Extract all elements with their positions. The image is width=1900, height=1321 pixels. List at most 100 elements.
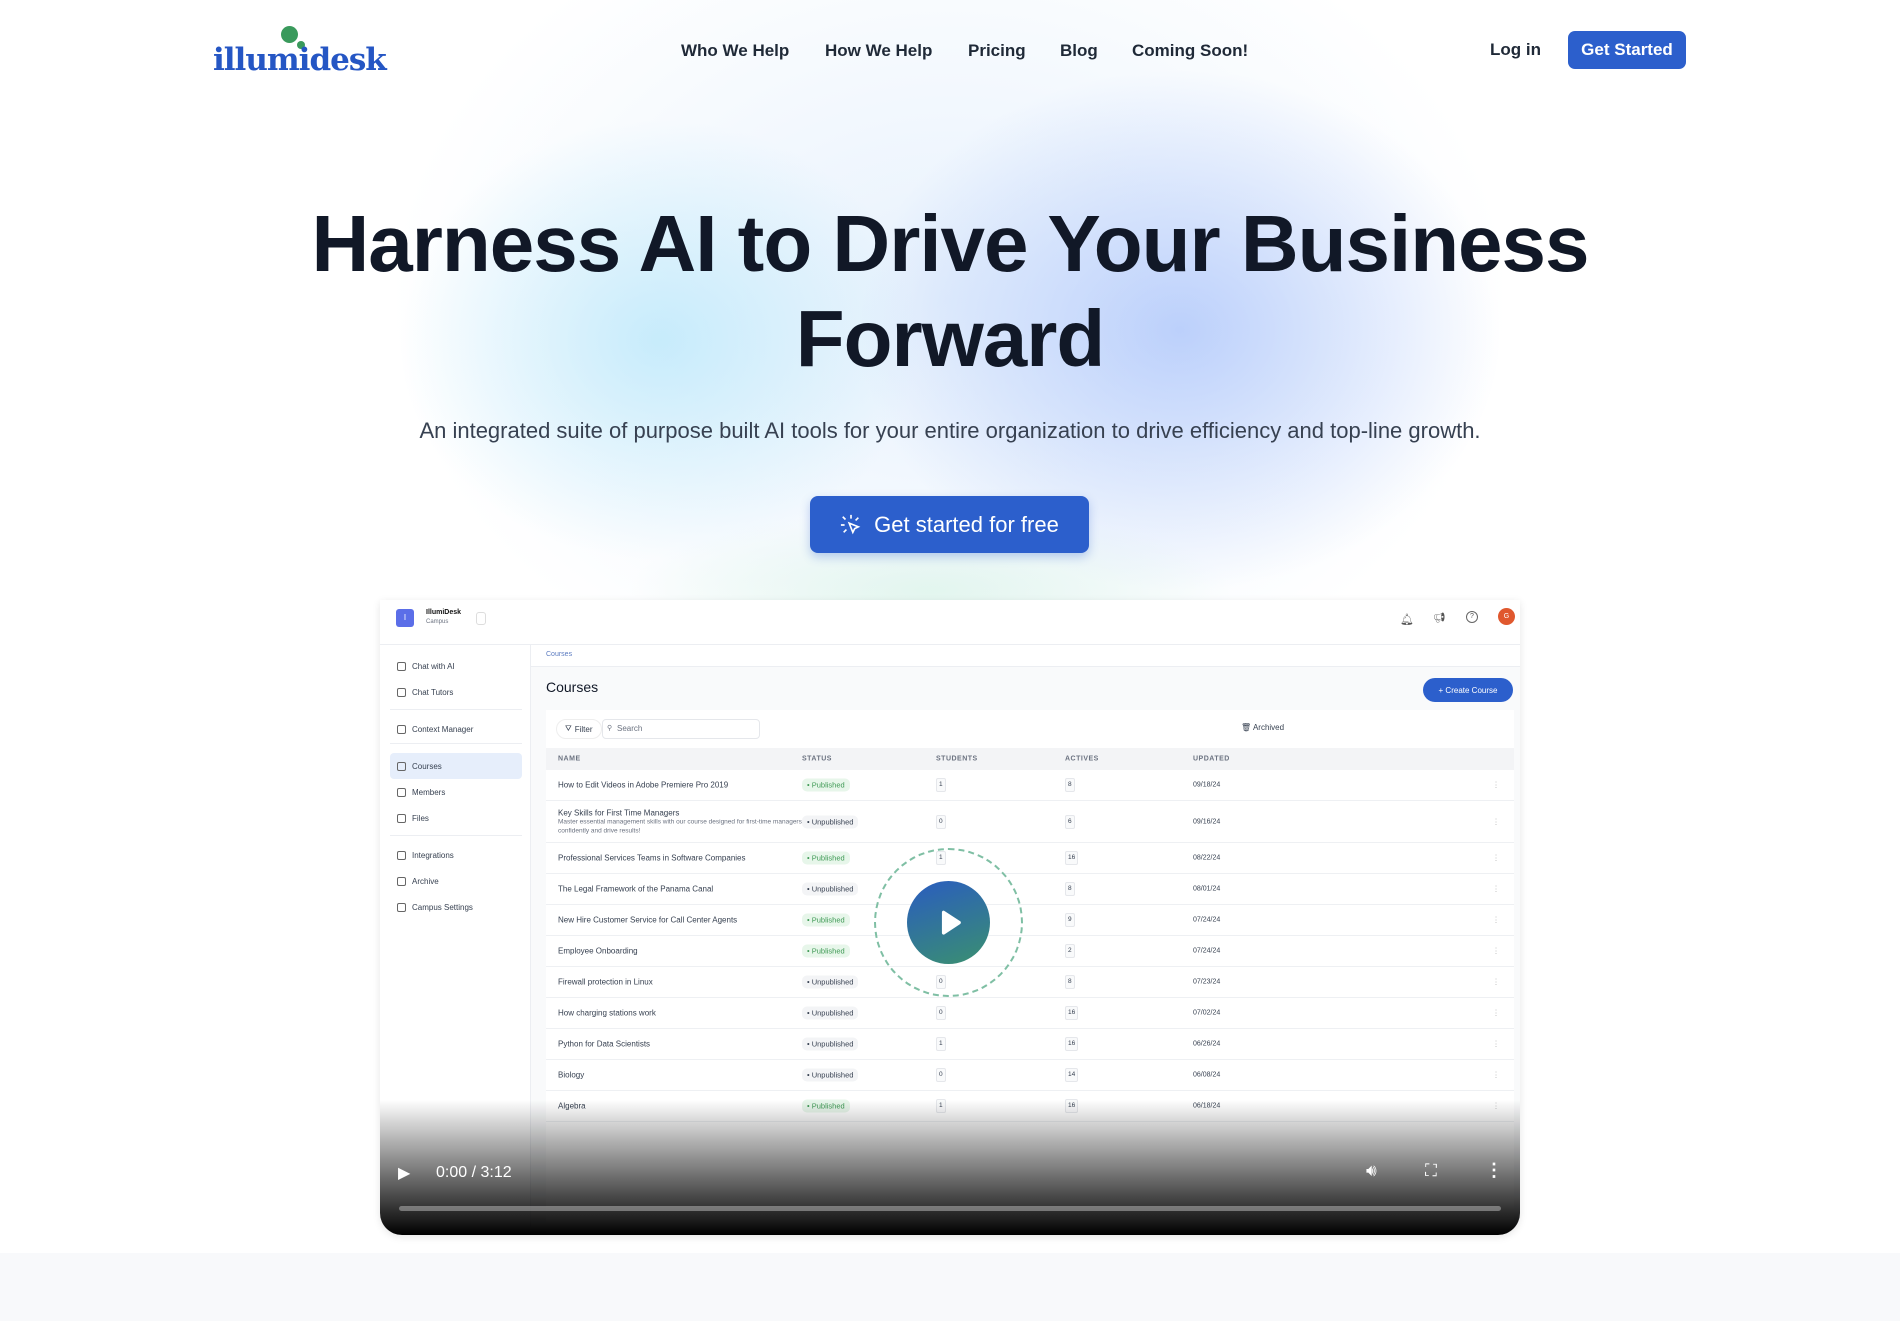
course-name-cell: The Legal Framework of the Panama Canal [558, 885, 713, 894]
sidebar-item-label: Archive [412, 876, 439, 886]
play-control-icon[interactable]: ▶ [398, 1163, 410, 1183]
status-badge: • Published [802, 851, 850, 865]
status-label: Published [811, 915, 845, 925]
puzzle-icon [397, 850, 406, 860]
page-title: Courses [546, 679, 599, 695]
sparkle-icon [397, 661, 406, 671]
video-time: 0:00 / 3:12 [436, 1164, 512, 1181]
course-name: How charging stations work [558, 1008, 656, 1018]
demo-video[interactable]: I IllumiDesk Campus 🔔︎ 📢︎ ? G Chat with … [380, 600, 1520, 1235]
sidebar-item-label: Chat Tutors [412, 687, 454, 697]
course-name: Key Skills for First Time Managers [558, 808, 680, 817]
table-row: How charging stations work • Unpublished… [546, 998, 1514, 1029]
course-name-cell: How to Edit Videos in Adobe Premiere Pro… [558, 781, 728, 790]
course-name-cell: Employee Onboarding [558, 947, 638, 956]
search-input: ⚲ Search [602, 719, 760, 739]
table-row: Python for Data Scientists • Unpublished… [546, 1029, 1514, 1060]
row-menu-icon: ⋮ [1492, 780, 1500, 790]
actives-count: 16 [1065, 1006, 1079, 1020]
sidebar-item: Chat Tutors [390, 679, 522, 705]
column-students: STUDENTS [936, 755, 978, 763]
members-icon [397, 787, 406, 797]
nav-who-we-help[interactable]: Who We Help [681, 41, 789, 61]
actives-count: 14 [1065, 1068, 1079, 1082]
course-name-cell: Python for Data Scientists [558, 1040, 650, 1049]
get-started-button[interactable]: Get Started [1568, 31, 1686, 69]
status-label: Published [811, 853, 845, 863]
login-link[interactable]: Log in [1490, 40, 1541, 60]
nav-how-we-help[interactable]: How We Help [825, 41, 932, 61]
updated-date: 08/01/24 [1193, 885, 1221, 893]
course-name: Biology [558, 1070, 585, 1080]
status-label: Unpublished [811, 1039, 854, 1049]
org-avatar: I [396, 609, 414, 627]
logo-dot [281, 26, 298, 43]
table-row: New Hire Customer Service for Call Cente… [546, 905, 1514, 936]
filter-button: ⛛ Filter [556, 719, 602, 739]
course-name-cell: Professional Services Teams in Software … [558, 854, 746, 863]
sidebar-item-label: Courses [412, 761, 442, 771]
actives-count: 8 [1065, 882, 1075, 896]
course-name: Firewall protection in Linux [558, 977, 653, 987]
course-name-cell: How charging stations work [558, 1009, 656, 1018]
status-badge: • Unpublished [802, 975, 859, 989]
table-header: NAME STATUS STUDENTS ACTIVES UPDATED [546, 748, 1514, 770]
get-started-free-button[interactable]: Get started for free [810, 496, 1089, 553]
more-options-icon[interactable]: ⋮ [1485, 1160, 1503, 1181]
fullscreen-icon[interactable]: ⛶ [1425, 1161, 1437, 1181]
sidebar-item: Campus Settings [390, 894, 522, 920]
column-name: NAME [558, 755, 581, 763]
filter-label: Filter [574, 724, 593, 734]
status-label: Unpublished [811, 977, 854, 987]
updated-date: 08/22/24 [1193, 854, 1221, 862]
archived-toggle: 🗑︎ Archived [1241, 723, 1284, 732]
table-row: The Legal Framework of the Panama Canal … [546, 874, 1514, 905]
actives-count: 8 [1065, 975, 1075, 989]
sidebar-item: Chat with AI [390, 653, 522, 679]
sidebar-item: Integrations [390, 842, 522, 868]
updated-date: 07/23/24 [1193, 978, 1221, 986]
org-sub: Campus [426, 619, 449, 625]
row-menu-icon: ⋮ [1492, 946, 1500, 956]
volume-icon[interactable]: 🔊︎ [1366, 1161, 1377, 1181]
logo[interactable]: illumidesk [213, 24, 393, 80]
sidebar-item: Members [390, 779, 522, 805]
students-count: 1 [936, 778, 946, 792]
video-progress-bar[interactable] [399, 1206, 1501, 1211]
bot-icon [397, 687, 406, 697]
sparkle-cursor-icon [841, 514, 861, 534]
updated-date: 07/24/24 [1193, 916, 1221, 924]
sidebar-item-label: Integrations [412, 850, 454, 860]
course-name-cell: Key Skills for First Time Managers Master… [558, 808, 828, 835]
logo-text: illumidesk [213, 42, 387, 78]
status-badge: • Unpublished [802, 815, 859, 828]
help-icon: ? [1466, 611, 1478, 623]
sidebar-item-label: Files [412, 813, 429, 823]
hero-subtitle: An integrated suite of purpose built AI … [419, 418, 1481, 443]
play-button[interactable] [907, 881, 990, 964]
course-description: Master essential management skills with … [558, 818, 820, 834]
updated-date: 09/18/24 [1193, 781, 1221, 789]
sidebar-item-label: Context Manager [412, 724, 474, 734]
megaphone-icon: 📢︎ [1433, 613, 1446, 624]
archived-label: Archived [1252, 723, 1285, 732]
sidebar-item-label: Campus Settings [412, 902, 473, 912]
org-switcher-icon [476, 612, 486, 625]
row-menu-icon: ⋮ [1492, 977, 1500, 987]
nav-blog[interactable]: Blog [1060, 41, 1098, 61]
status-badge: • Unpublished [802, 1006, 859, 1020]
sidebar-item: Courses [390, 753, 522, 779]
archive-icon [397, 876, 406, 886]
nav-coming-soon[interactable]: Coming Soon! [1132, 41, 1248, 61]
video-controls-gradient [380, 1100, 1520, 1235]
course-name: New Hire Customer Service for Call Cente… [558, 915, 738, 925]
column-actives: ACTIVES [1065, 755, 1099, 763]
row-menu-icon: ⋮ [1492, 884, 1500, 894]
nav-pricing[interactable]: Pricing [968, 41, 1026, 61]
status-badge: • Published [802, 944, 850, 958]
row-menu-icon: ⋮ [1492, 1070, 1500, 1080]
cta-label: Get started for free [874, 511, 1059, 537]
actives-count: 16 [1065, 851, 1079, 865]
sidebar-divider [390, 709, 522, 710]
hero-title-line: Harness AI to Drive Your Business [311, 199, 1589, 288]
